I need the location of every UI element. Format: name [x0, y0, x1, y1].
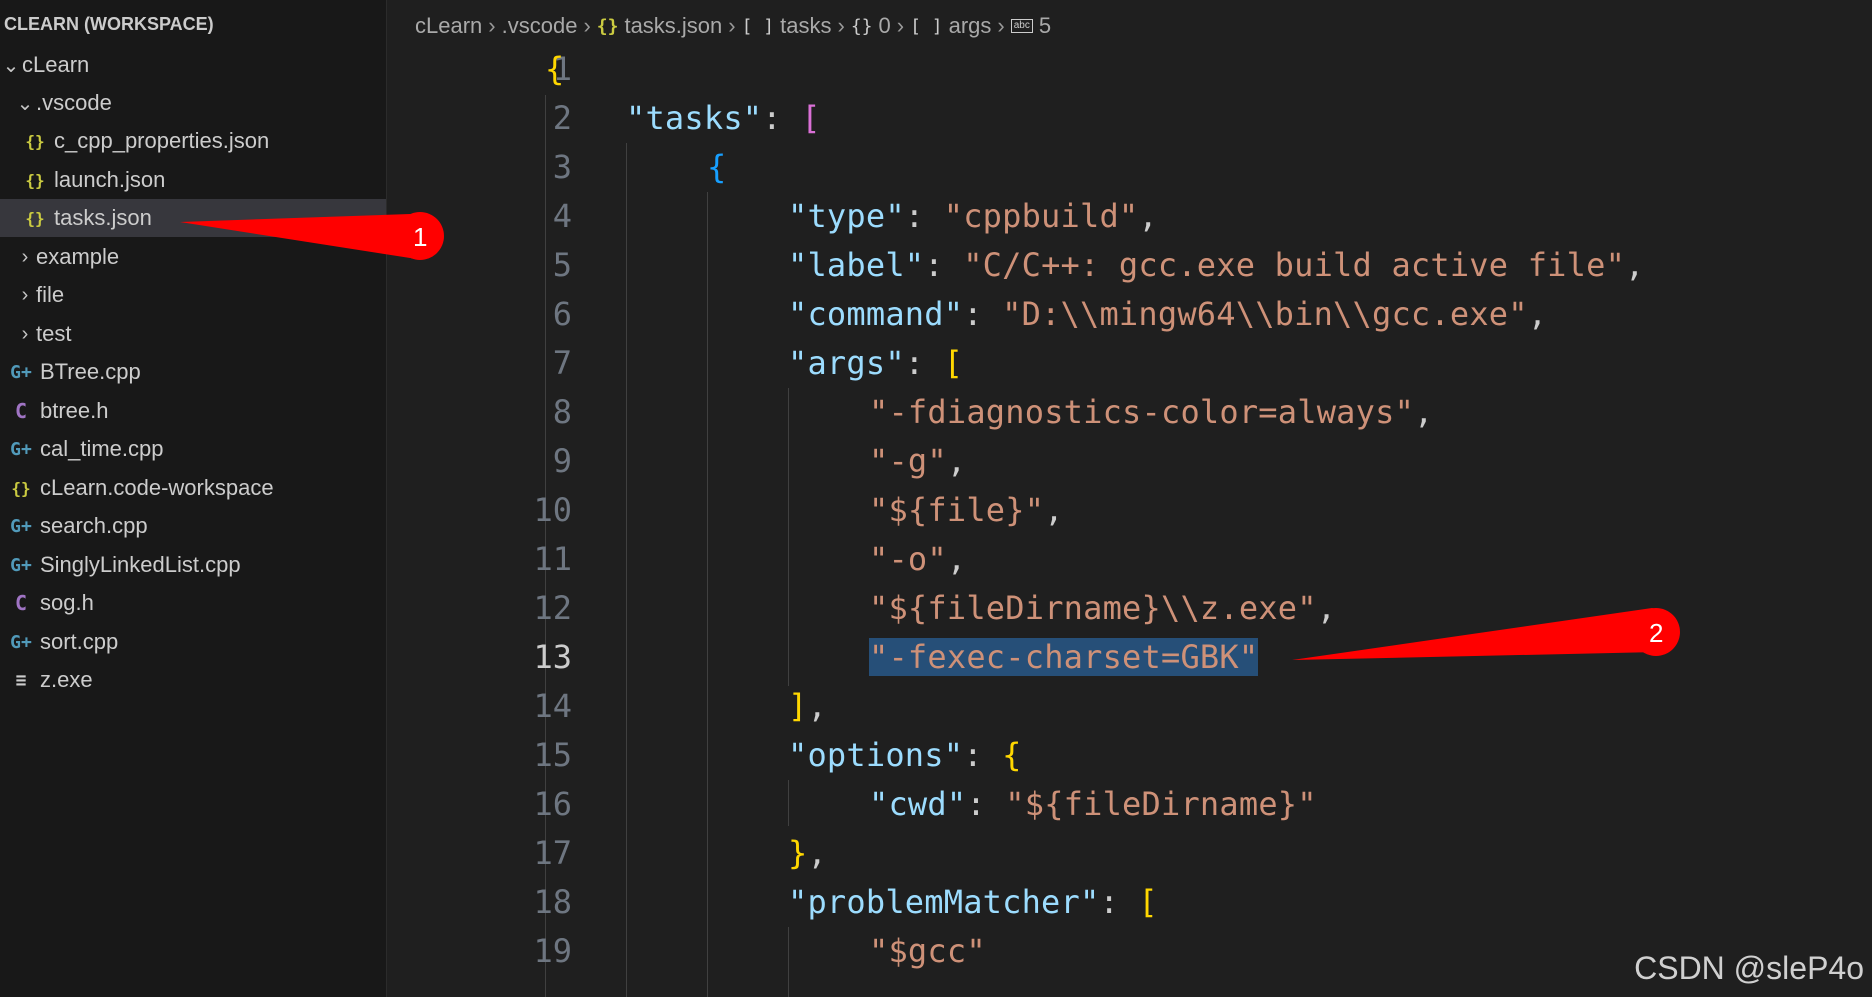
callout-number-2: 2 [1649, 618, 1664, 648]
watermark: CSDN @sleP4o [1634, 950, 1864, 986]
callout-arrow-2 [1292, 608, 1672, 660]
callout-number-1: 1 [413, 222, 428, 252]
callout-arrow-1 [180, 214, 425, 258]
annotation-overlay [180, 212, 1680, 660]
